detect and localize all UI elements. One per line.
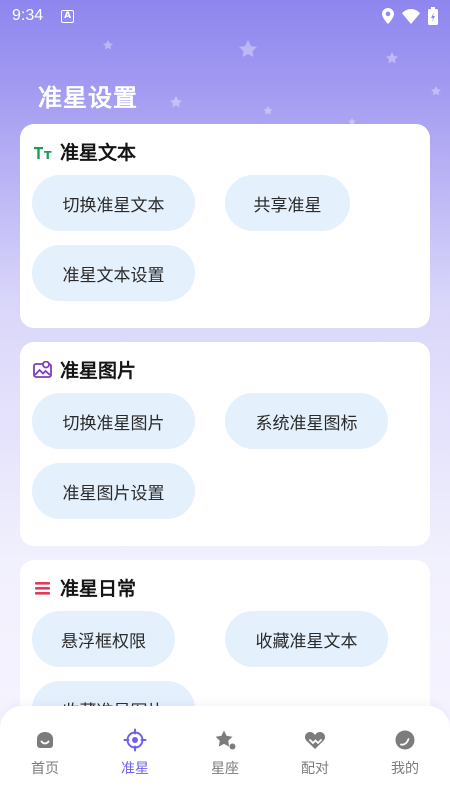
nav-item-home[interactable]: 首页 xyxy=(0,706,90,800)
nav-item-constellation[interactable]: 星座 xyxy=(180,706,270,800)
status-icons xyxy=(382,7,438,25)
location-icon xyxy=(382,8,394,24)
nav-label: 首页 xyxy=(31,761,59,777)
star-decoration xyxy=(170,96,182,108)
section-title: 准星文本 xyxy=(60,142,137,164)
nav-label: 我的 xyxy=(391,761,419,777)
section-header: 准星文本 xyxy=(32,138,136,165)
crosshair-icon xyxy=(123,728,147,752)
nav-item-pair[interactable]: 配对 xyxy=(270,706,360,800)
nav-item-crosshair[interactable]: 准星 xyxy=(90,706,180,800)
star-decoration xyxy=(239,40,257,57)
star-decoration xyxy=(386,52,398,64)
switch-crosshair-image-button[interactable]: 切换准星图片 xyxy=(32,393,195,449)
battery-icon xyxy=(428,7,438,25)
section-title: 准星日常 xyxy=(60,578,137,600)
star-decoration xyxy=(263,106,273,115)
wifi-icon xyxy=(402,8,420,24)
section-card-image: 准星图片 切换准星图片 系统准星图标 准星图片设置 xyxy=(20,342,430,546)
constellation-icon xyxy=(215,730,236,750)
home-icon xyxy=(37,732,53,748)
notification-badge: A xyxy=(61,9,75,23)
favorite-crosshair-text-button[interactable]: 收藏准星文本 xyxy=(225,611,388,667)
section-header: 准星图片 xyxy=(32,356,136,383)
nav-label: 配对 xyxy=(301,761,329,777)
nav-item-profile[interactable]: 我的 xyxy=(360,706,450,800)
image-icon xyxy=(32,359,54,381)
pair-heart-icon xyxy=(304,731,326,749)
share-crosshair-button[interactable]: 共享准星 xyxy=(225,175,350,231)
profile-icon xyxy=(395,730,415,750)
nav-label: 准星 xyxy=(121,761,149,777)
star-decoration xyxy=(103,40,113,50)
section-header: 准星日常 xyxy=(32,574,136,601)
list-icon xyxy=(32,577,54,599)
bottom-navigation: 首页 准星 星座 配对 我的 xyxy=(0,706,450,800)
switch-crosshair-text-button[interactable]: 切换准星文本 xyxy=(32,175,195,231)
status-bar: 9:34 A xyxy=(0,0,450,32)
section-card-text: 准星文本 切换准星文本 共享准星 准星文本设置 xyxy=(20,124,430,328)
crosshair-image-settings-button[interactable]: 准星图片设置 xyxy=(32,463,195,519)
section-title: 准星图片 xyxy=(60,360,137,382)
text-size-icon xyxy=(32,141,54,163)
floating-window-permission-button[interactable]: 悬浮框权限 xyxy=(32,611,175,667)
status-time: 9:34 xyxy=(12,7,44,24)
system-crosshair-icons-button[interactable]: 系统准星图标 xyxy=(225,393,388,449)
star-decoration xyxy=(431,86,441,96)
page-title: 准星设置 xyxy=(38,84,138,112)
nav-label: 星座 xyxy=(211,761,239,777)
crosshair-text-settings-button[interactable]: 准星文本设置 xyxy=(32,245,195,301)
